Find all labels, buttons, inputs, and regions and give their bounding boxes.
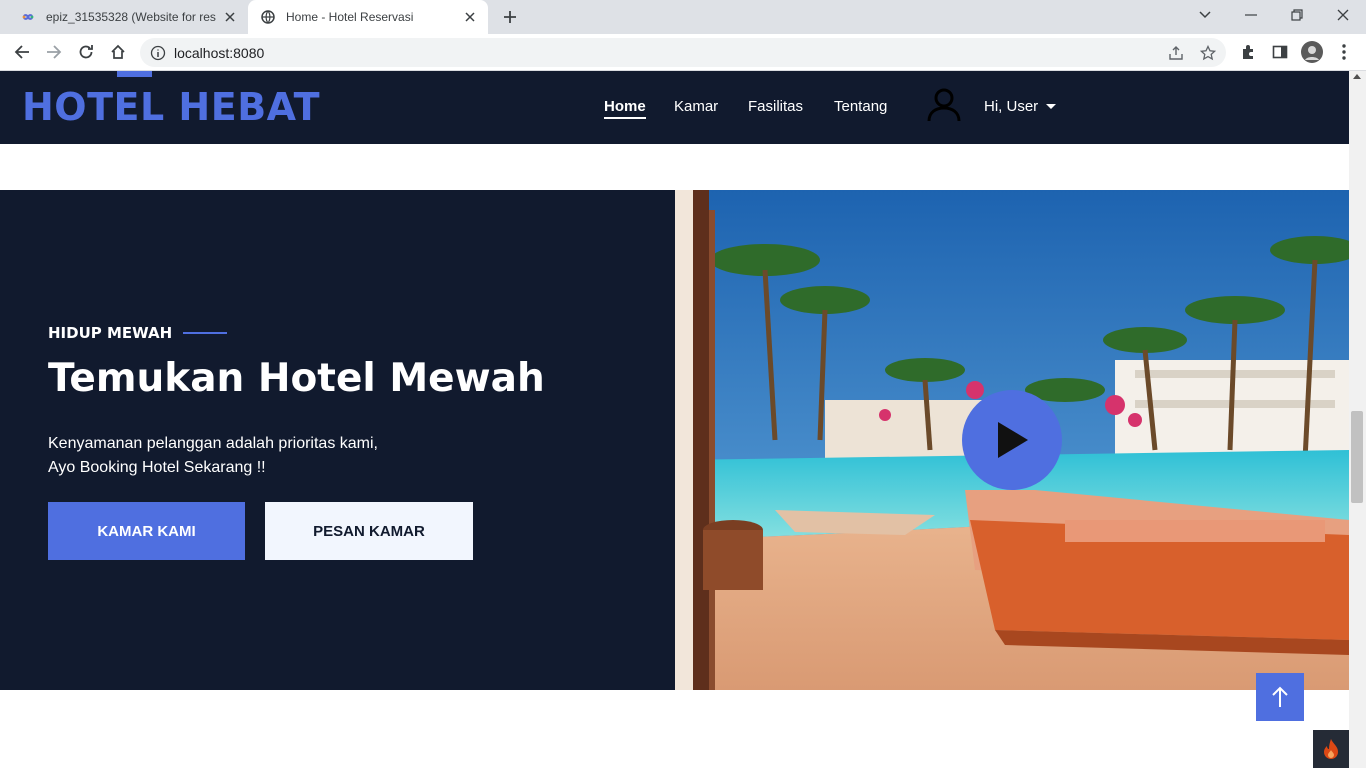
caret-down-icon (1046, 104, 1057, 109)
scroll-thumb[interactable] (1351, 411, 1363, 503)
address-bar[interactable]: localhost:8080 (140, 38, 1226, 67)
share-icon[interactable] (1167, 44, 1185, 62)
user-dropdown[interactable]: Hi, User (984, 98, 1057, 115)
logo-accent-bar (117, 71, 152, 77)
back-to-top-button[interactable] (1256, 673, 1304, 721)
browser-tab-strip: epiz_31535328 (Website for resh Home - H… (0, 0, 1366, 34)
nav-fasilitas[interactable]: Fasilitas (748, 98, 803, 115)
hero-eyebrow-text: HIDUP MEWAH (48, 324, 173, 342)
hero-description: Kenyamanan pelanggan adalah prioritas ka… (48, 432, 378, 480)
hero-text-panel: HIDUP MEWAH Temukan Hotel Mewah Kenyaman… (0, 190, 675, 690)
play-video-button[interactable] (962, 390, 1062, 490)
restore-icon[interactable] (1274, 0, 1320, 30)
site-info-icon[interactable] (150, 45, 166, 61)
reload-icon[interactable] (72, 38, 100, 66)
page-scrollbar[interactable] (1349, 71, 1366, 768)
hero-title: Temukan Hotel Mewah (48, 356, 545, 401)
scroll-up-arrow-icon[interactable] (1353, 74, 1361, 79)
site-navbar: HOTEL HEBAT Home Kamar Fasilitas Tentang… (0, 71, 1349, 144)
home-icon[interactable] (104, 38, 132, 66)
page-viewport: HOTEL HEBAT Home Kamar Fasilitas Tentang… (0, 71, 1349, 768)
pesan-kamar-button[interactable]: PESAN KAMAR (265, 502, 473, 560)
site-logo[interactable]: HOTEL HEBAT (22, 85, 320, 129)
arrow-up-icon (1272, 686, 1288, 707)
nav-tentang[interactable]: Tentang (834, 98, 887, 115)
hero-eyebrow: HIDUP MEWAH (48, 324, 228, 342)
kamar-kami-button[interactable]: KAMAR KAMI (48, 502, 245, 560)
bookmark-star-icon[interactable] (1199, 44, 1217, 62)
side-panel-icon[interactable] (1266, 38, 1294, 66)
hero-text-line: Ayo Booking Hotel Sekarang !! (48, 459, 266, 476)
tab-title: Home - Hotel Reservasi (286, 10, 414, 24)
back-icon[interactable] (8, 38, 36, 66)
extensions-icon[interactable] (1234, 38, 1262, 66)
browser-tab-active[interactable]: Home - Hotel Reservasi (248, 0, 488, 34)
close-window-icon[interactable] (1320, 0, 1366, 30)
nav-kamar[interactable]: Kamar (674, 98, 718, 115)
minimize-icon[interactable] (1228, 0, 1274, 30)
browser-toolbar: localhost:8080 (0, 34, 1366, 71)
hero-image (675, 190, 1349, 690)
play-icon (998, 422, 1028, 458)
globe-icon (260, 9, 276, 25)
nav-home[interactable]: Home (604, 98, 646, 119)
url-text: localhost:8080 (174, 45, 265, 61)
browser-tab[interactable]: epiz_31535328 (Website for resh (8, 0, 248, 34)
tab-search-icon[interactable] (1182, 0, 1228, 30)
new-tab-button[interactable] (498, 5, 522, 29)
user-icon[interactable] (926, 87, 962, 123)
debug-toolbar-flame-icon[interactable] (1313, 730, 1349, 768)
infinity-logo-icon (20, 9, 36, 25)
hero-text-line: Kenyamanan pelanggan adalah prioritas ka… (48, 435, 378, 452)
eyebrow-divider (183, 332, 228, 334)
close-tab-icon[interactable] (462, 9, 478, 25)
menu-kebab-icon[interactable] (1330, 38, 1358, 66)
tab-title: epiz_31535328 (Website for resh (46, 10, 216, 24)
forward-icon[interactable] (40, 38, 68, 66)
close-tab-icon[interactable] (222, 9, 238, 25)
user-greeting: Hi, User (984, 98, 1039, 115)
profile-avatar[interactable] (1298, 38, 1326, 66)
